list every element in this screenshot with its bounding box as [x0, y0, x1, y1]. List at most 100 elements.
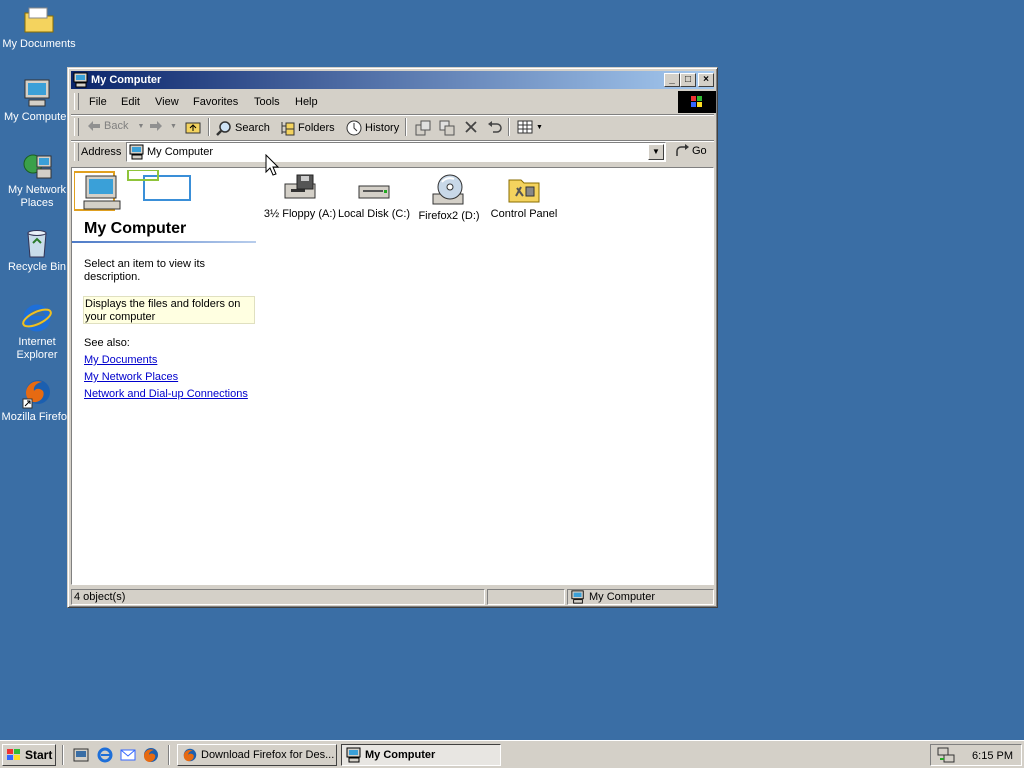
copy-to-button[interactable]	[439, 120, 455, 136]
address-grip[interactable]	[74, 143, 79, 161]
computer-icon	[24, 79, 50, 107]
desktop-icon-label: My Documents	[2, 38, 76, 50]
menu-file[interactable]: File	[89, 96, 107, 108]
desktop-icon-label: Internet Explorer	[16, 336, 58, 361]
search-button[interactable]: Search	[216, 120, 270, 136]
menu-tools[interactable]: Tools	[254, 96, 280, 108]
chevron-down-icon: ▼	[536, 123, 543, 131]
folder-icon	[24, 7, 54, 33]
toolbar-grip[interactable]	[74, 118, 79, 136]
left-pane-title: My Computer	[84, 220, 187, 237]
firefox-icon[interactable]	[142, 746, 160, 764]
status-bar: 4 object(s) My Computer	[71, 588, 714, 606]
task-my-computer[interactable]: My Computer	[341, 744, 501, 766]
desktop-icon-label: Mozilla Firefox	[1, 411, 73, 423]
history-icon	[346, 120, 362, 136]
views-icon	[517, 120, 533, 134]
drive-floppy-a[interactable]: 3½ Floppy (A:)	[262, 174, 338, 221]
back-button[interactable]: Back ▼	[87, 120, 144, 132]
folders-button[interactable]: Folders	[279, 120, 335, 136]
system-tray: 6:15 PM	[930, 744, 1022, 766]
views-button[interactable]: ▼	[517, 120, 543, 134]
my-computer-window: My Computer _ □ × File Edit View Favorit…	[67, 67, 718, 608]
recycle-bin-icon	[27, 230, 47, 258]
internet-explorer-icon	[22, 304, 52, 332]
title-underline	[72, 241, 256, 243]
network-tray-icon[interactable]	[937, 747, 955, 763]
desktop-icon-recycle-bin[interactable]: Recycle Bin	[0, 227, 75, 274]
menu-edit[interactable]: Edit	[121, 96, 140, 108]
link-my-network-places[interactable]: My Network Places	[84, 371, 178, 383]
separator	[62, 745, 64, 765]
window-title: My Computer	[91, 74, 162, 86]
undo-icon	[488, 121, 502, 133]
start-button[interactable]: Start	[2, 744, 56, 766]
desktop-icon-label: My Network Places	[7, 184, 67, 209]
undo-button[interactable]	[487, 120, 503, 134]
control-panel-icon	[508, 179, 540, 203]
chevron-down-icon: ▼	[652, 147, 660, 156]
delete-icon	[465, 121, 477, 133]
maximize-button[interactable]: □	[680, 73, 696, 87]
menu-help[interactable]: Help	[295, 96, 318, 108]
computer-icon	[129, 144, 144, 160]
chevron-down-icon: ▼	[170, 122, 177, 130]
web-view-pane: My Computer Select an item to view its d…	[72, 168, 258, 584]
separator	[208, 118, 210, 136]
selection-hint: Select an item to view its description.	[84, 258, 206, 283]
search-icon	[216, 121, 231, 136]
address-bar: Address My Computer ▼ Go	[71, 140, 714, 164]
folders-icon	[281, 122, 295, 136]
internet-explorer-icon[interactable]	[96, 746, 114, 764]
back-arrow-icon	[88, 121, 100, 131]
go-button[interactable]: Go	[675, 144, 707, 158]
desktop-icon-mozilla-firefox[interactable]: Mozilla Firefox	[0, 377, 75, 424]
minimize-button[interactable]: _	[664, 73, 680, 87]
computer-icon	[346, 747, 361, 763]
forward-button[interactable]: ▼	[149, 120, 177, 132]
delete-button[interactable]	[464, 120, 478, 134]
firefox-icon	[183, 748, 197, 762]
computer-icon	[73, 72, 88, 88]
cd-drive-icon	[432, 174, 464, 205]
outlook-express-icon[interactable]	[119, 746, 137, 764]
windows-flag-icon	[7, 749, 20, 760]
separator	[508, 118, 510, 136]
menu-favorites[interactable]: Favorites	[193, 96, 238, 108]
hard-disk-icon	[358, 185, 390, 199]
desktop-icon-internet-explorer[interactable]: Internet Explorer	[0, 302, 75, 362]
task-firefox[interactable]: Download Firefox for Des...	[177, 744, 337, 766]
link-my-documents[interactable]: My Documents	[84, 354, 157, 366]
drive-local-disk-c[interactable]: Local Disk (C:)	[336, 174, 412, 221]
desktop-icon-my-computer[interactable]: My Computer	[0, 77, 75, 124]
history-button[interactable]: History	[346, 120, 399, 136]
up-folder-button[interactable]	[185, 120, 201, 134]
desktop-icon-my-documents[interactable]: My Documents	[1, 4, 77, 51]
menu-view[interactable]: View	[155, 96, 179, 108]
content-area: My Computer Select an item to view its d…	[71, 167, 714, 585]
control-panel[interactable]: Control Panel	[486, 174, 562, 221]
address-value: My Computer	[147, 146, 214, 158]
mouse-cursor-icon	[265, 154, 279, 176]
drive-firefox2-d[interactable]: Firefox2 (D:)	[411, 174, 487, 223]
taskbar: Start Download Firefox for Des... My Com…	[0, 740, 1024, 768]
close-button[interactable]: ×	[698, 73, 714, 87]
address-dropdown-button[interactable]: ▼	[648, 144, 664, 160]
show-desktop-icon[interactable]	[72, 746, 90, 764]
menu-bar: File Edit View Favorites Tools Help	[71, 91, 716, 113]
menu-grip[interactable]	[74, 93, 79, 110]
move-to-icon	[415, 120, 431, 136]
move-to-button[interactable]	[415, 120, 431, 136]
computer-icon	[571, 590, 584, 604]
see-also-label: See also:	[84, 337, 130, 349]
link-network-dialup-connections[interactable]: Network and Dial-up Connections	[84, 388, 248, 400]
address-label: Address	[81, 146, 122, 158]
clock[interactable]: 6:15 PM	[972, 750, 1013, 762]
title-bar[interactable]: My Computer _ □ ×	[71, 71, 714, 89]
status-empty-panel	[487, 589, 565, 605]
address-input[interactable]: My Computer ▼	[126, 142, 666, 162]
firefox-icon	[22, 380, 50, 409]
desktop-icon-label: Recycle Bin	[7, 261, 67, 273]
desktop-icon-my-network-places[interactable]: My Network Places	[0, 152, 75, 210]
chevron-down-icon: ▼	[137, 122, 145, 130]
